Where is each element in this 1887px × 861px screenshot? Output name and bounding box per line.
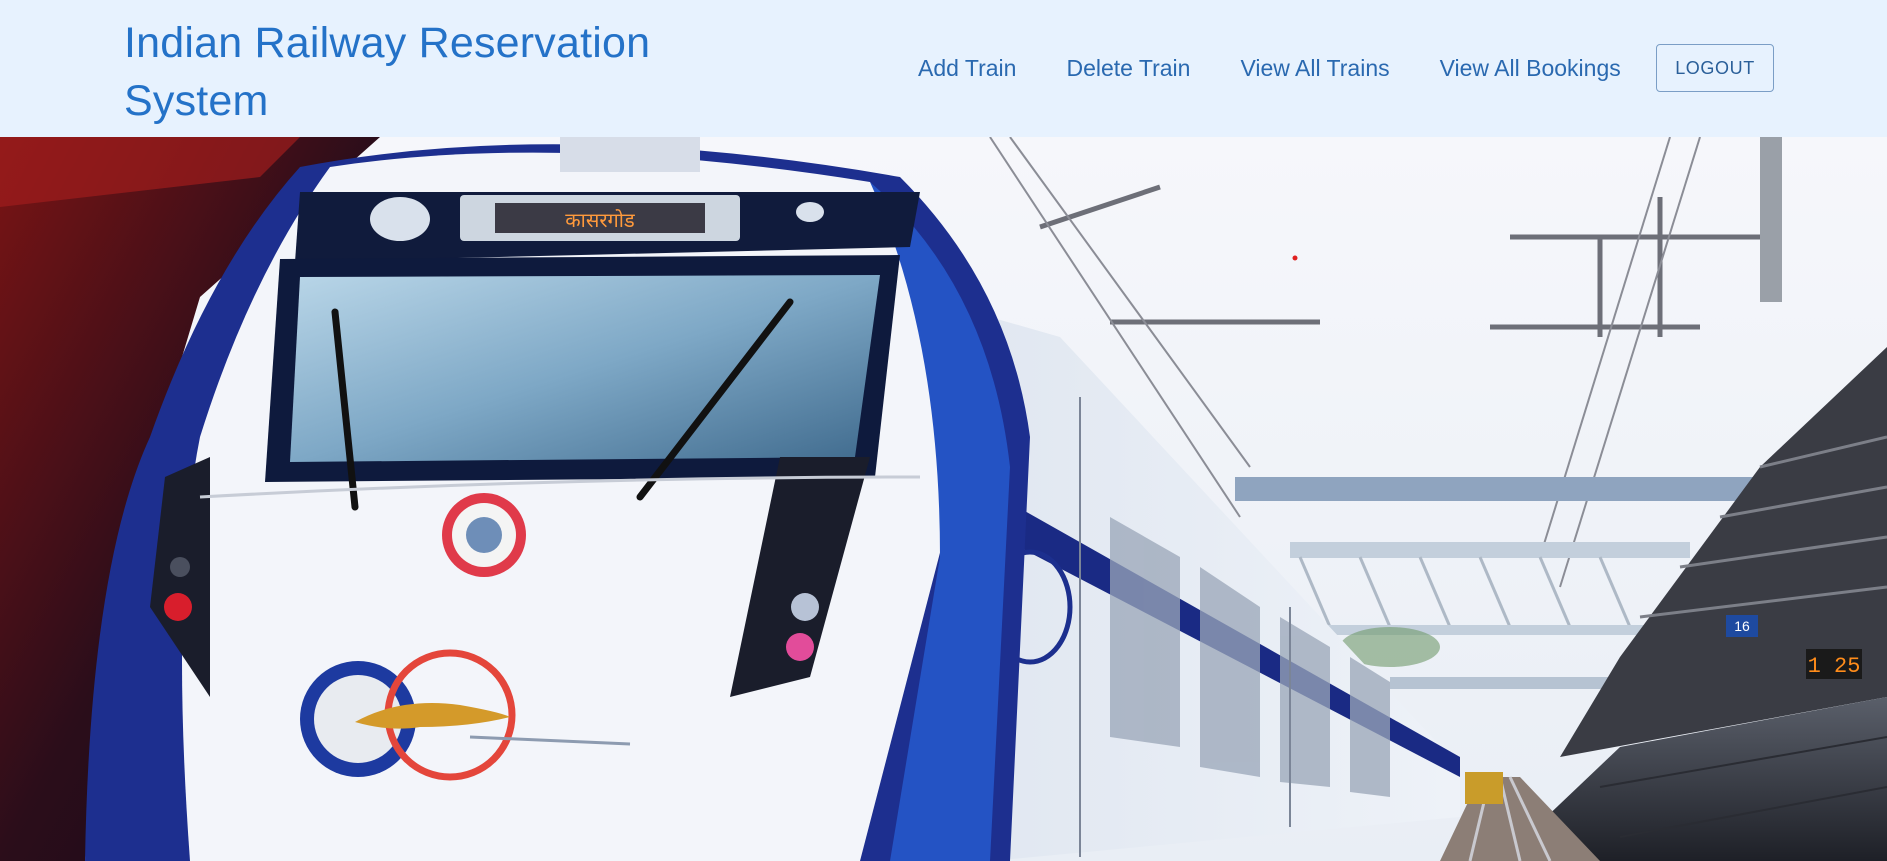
nav-links: Add Train Delete Train View All Trains V…: [918, 48, 1671, 88]
platform-number-sign: 16: [1734, 618, 1750, 634]
nav-add-train[interactable]: Add Train: [918, 48, 1016, 88]
nav-view-all-trains[interactable]: View All Trains: [1240, 48, 1389, 88]
hero-banner: 16 1 25 कासरगोड: [0, 137, 1887, 861]
app-title[interactable]: Indian Railway Reservation System: [124, 14, 684, 130]
destination-display: कासरगोड: [565, 208, 635, 232]
top-navbar: Indian Railway Reservation System Add Tr…: [0, 0, 1887, 137]
nav-view-all-bookings[interactable]: View All Bookings: [1440, 48, 1621, 88]
hero-train-image: 16 1 25 कासरगोड: [0, 137, 1887, 861]
nav-delete-train[interactable]: Delete Train: [1066, 48, 1190, 88]
logout-button[interactable]: LOGOUT: [1656, 44, 1774, 92]
platform-clock: 1 25: [1808, 654, 1861, 679]
